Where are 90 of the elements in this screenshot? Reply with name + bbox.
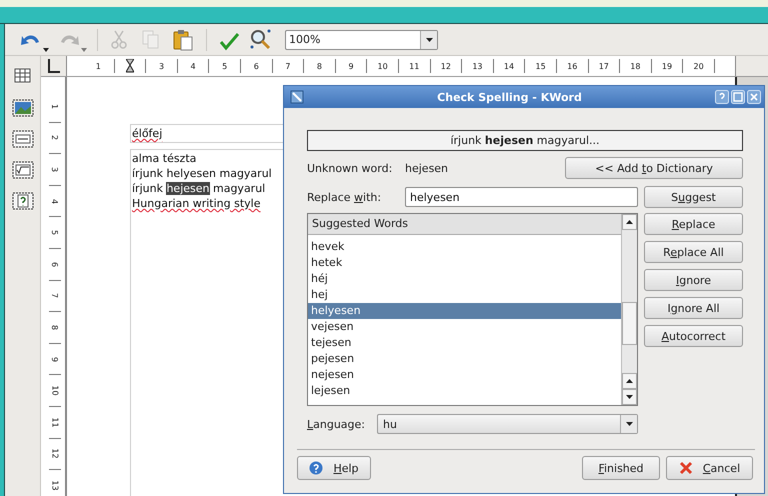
ruler-number: 14 — [504, 62, 514, 70]
indent-marker-icon[interactable] — [126, 59, 134, 73]
document-text: magyarul — [212, 182, 266, 195]
ruler-number: 4 — [50, 198, 60, 204]
document-text: alma tészta — [132, 152, 196, 165]
formula-icon[interactable] — [10, 159, 34, 181]
dropdown-arrow-icon[interactable] — [43, 48, 49, 52]
ruler-number: 6 — [50, 262, 60, 267]
ruler-number: 15 — [536, 62, 546, 70]
cancel-button[interactable]: Cancel — [666, 456, 753, 480]
highlighted-word: hejesen — [166, 182, 210, 195]
field-label: Replace with: — [307, 190, 382, 204]
suggest-button[interactable]: Suggest — [644, 186, 743, 208]
help-icon[interactable] — [715, 90, 729, 104]
suggestion-item[interactable]: helyesen — [308, 303, 621, 319]
ignore-button[interactable]: Ignore — [644, 269, 743, 291]
language-combo[interactable]: hu — [377, 414, 638, 434]
header-text: élőfej — [132, 126, 162, 141]
ruler-number: 8 — [50, 324, 60, 330]
autocorrect-button[interactable]: Autocorrect — [644, 325, 743, 347]
field-label: Language: — [307, 418, 366, 430]
magnifier-icon[interactable] — [249, 28, 273, 52]
ruler-number: 8 — [316, 62, 322, 70]
suggestion-item[interactable]: hej — [308, 287, 621, 303]
scroll-up-icon[interactable] — [626, 220, 633, 224]
scroll-thumb[interactable] — [622, 302, 637, 345]
ruler-number: 9 — [50, 356, 60, 362]
ruler-number: 5 — [50, 230, 60, 236]
zoom-combo[interactable]: 100% — [285, 30, 438, 50]
suggestion-item[interactable]: lejesen — [308, 383, 621, 399]
suggestion-item[interactable]: nejesen — [308, 367, 621, 383]
suggestion-item[interactable]: vejesen — [308, 319, 621, 335]
ruler-number: 18 — [630, 62, 640, 70]
maximize-icon[interactable] — [731, 90, 745, 104]
ruler-number: 19 — [662, 62, 672, 70]
close-icon[interactable] — [747, 90, 761, 104]
dropdown-arrow-icon[interactable] — [626, 422, 632, 426]
replace-field[interactable]: helyesen — [405, 187, 638, 207]
dropdown-arrow-icon[interactable] — [426, 38, 432, 42]
ruler-number: 11 — [409, 62, 420, 70]
unknown-word: hejesen — [405, 162, 448, 174]
context-sentence: írjunk hejesen magyarul... — [307, 130, 743, 151]
add-to-dictionary-button[interactable]: << Add to Dictionary — [565, 157, 743, 179]
text-frame-icon[interactable] — [10, 128, 34, 150]
ignore-all-button[interactable]: Ignore All — [644, 297, 743, 319]
suggestion-item[interactable]: héj — [308, 271, 621, 287]
scroll-down-icon[interactable] — [626, 395, 633, 399]
replace-button[interactable]: Replace — [644, 213, 743, 235]
document-text: írjunk — [132, 182, 164, 195]
ruler-number: 3 — [158, 62, 164, 70]
column-header[interactable]: Suggested Words — [308, 214, 621, 235]
suggestion-item[interactable]: pejesen — [308, 351, 621, 367]
ruler-number: 9 — [348, 62, 354, 70]
dialog-title: Check Spelling - KWord — [436, 90, 583, 104]
ruler-number: 5 — [222, 62, 228, 70]
ruler-number: 6 — [254, 62, 259, 70]
picture-icon[interactable] — [10, 97, 34, 119]
field-label: Unknown word: — [307, 162, 394, 174]
ruler-number: 2 — [50, 135, 60, 140]
ruler-number: 13 — [472, 62, 483, 70]
document-text: írjunk helyesen magyarul — [132, 167, 272, 180]
suggestion-item[interactable]: tejesen — [308, 335, 621, 351]
ruler-number: 10 — [50, 386, 60, 396]
ruler-number: 11 — [50, 417, 60, 428]
help-icon — [309, 461, 324, 475]
tab-type-icon[interactable] — [46, 58, 60, 74]
ruler-number: 7 — [50, 293, 60, 298]
ruler-number: 16 — [567, 62, 578, 70]
ruler-number: 20 — [693, 62, 704, 70]
scroll-up-icon[interactable] — [626, 379, 633, 383]
finished-button[interactable]: Finished — [582, 456, 660, 480]
ruler-number: 12 — [50, 448, 60, 459]
ruler-number: 12 — [440, 62, 451, 70]
ruler-number: 7 — [285, 62, 290, 70]
misspelled-text: Hungarian writing style — [132, 197, 260, 210]
cancel-x-icon — [678, 461, 693, 475]
variable-frame-icon[interactable] — [10, 190, 34, 212]
ruler-number: 4 — [190, 62, 196, 70]
app-icon[interactable] — [290, 90, 304, 104]
ruler-number: 1 — [50, 104, 60, 109]
ruler-number: 13 — [50, 480, 60, 491]
suggestion-item[interactable]: hevek — [308, 239, 621, 255]
replace-all-button[interactable]: Replace All — [644, 241, 743, 263]
suggestion-item[interactable]: hetek — [308, 255, 621, 271]
ruler-number: 10 — [378, 62, 388, 70]
scrollbar[interactable] — [621, 214, 637, 405]
ruler-number: 1 — [96, 62, 101, 70]
help-button[interactable]: Help — [297, 456, 371, 480]
ruler-number: 17 — [598, 62, 609, 70]
ruler-number: 3 — [50, 166, 60, 172]
